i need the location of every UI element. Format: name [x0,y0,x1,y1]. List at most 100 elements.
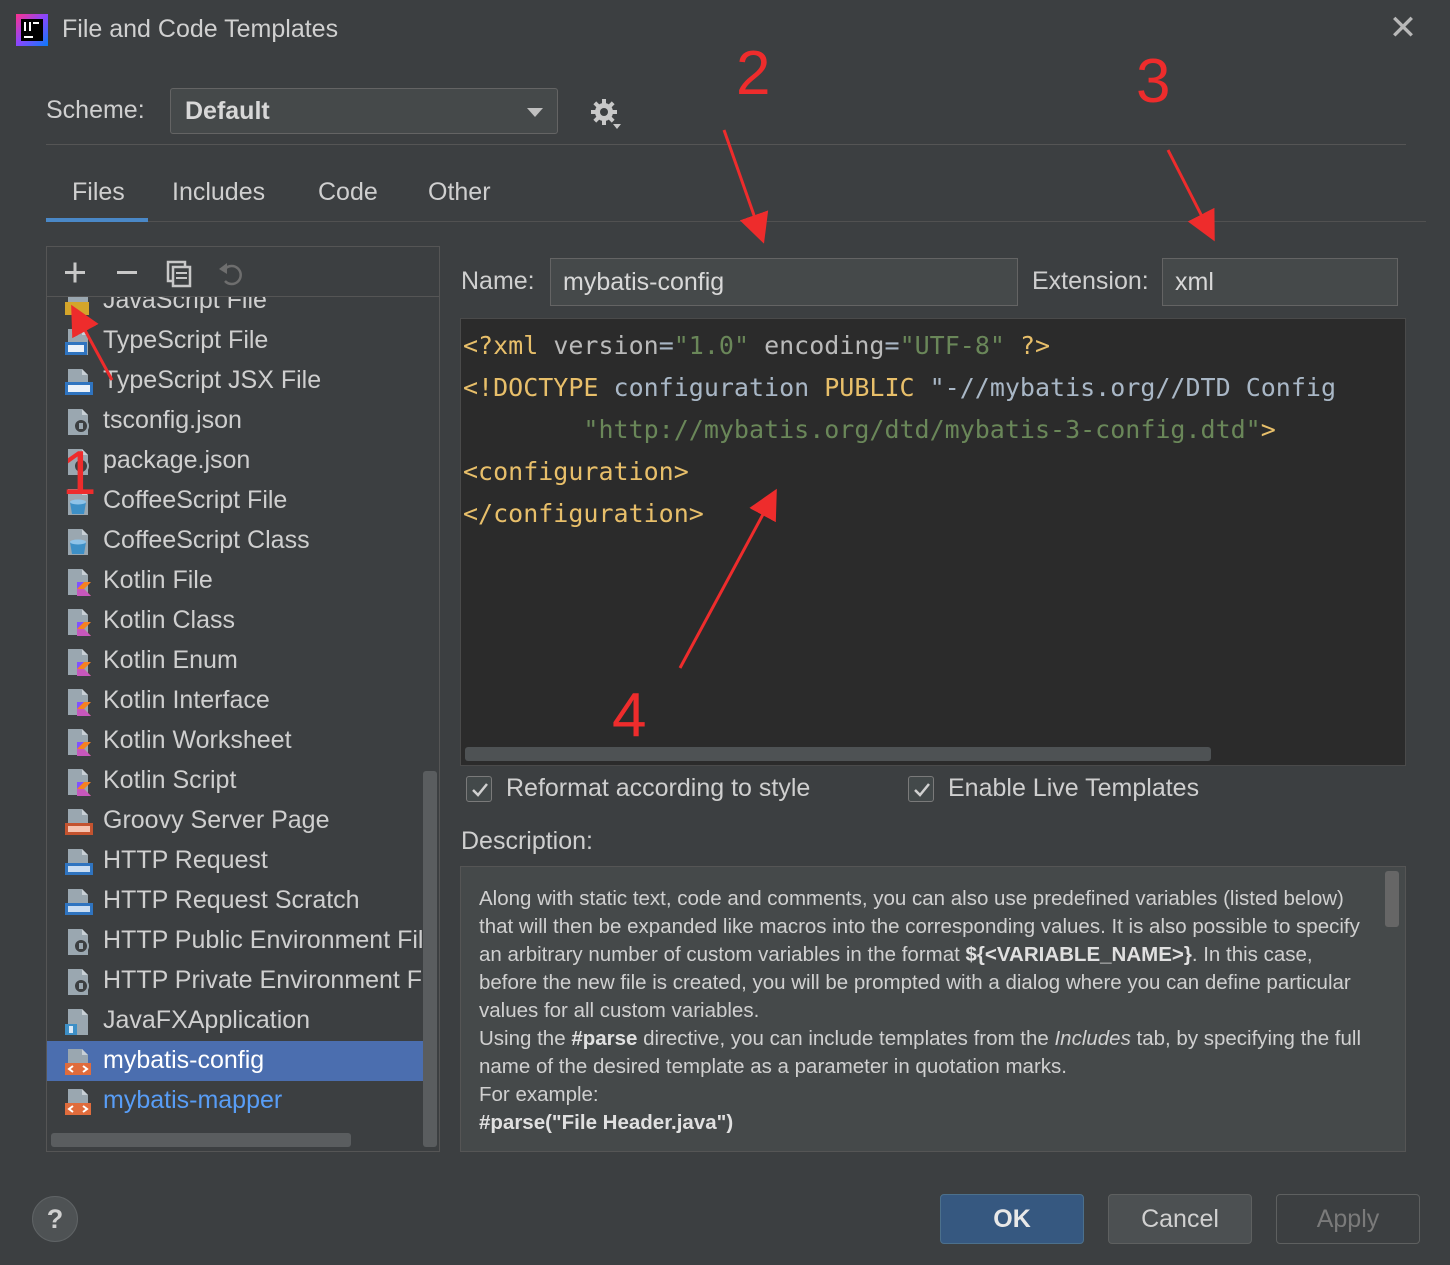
list-item[interactable]: HTTP Request Scratch [47,881,423,921]
json-file-icon [65,968,95,996]
tab-code[interactable]: Code [318,178,378,207]
extension-input[interactable] [1162,258,1398,306]
tab-files[interactable]: Files [72,178,125,207]
list-item[interactable]: package.json [47,441,423,481]
copy-icon[interactable] [163,257,195,289]
list-item[interactable]: tsconfig.json [47,401,423,441]
list-item-label: JavaFXApplication [103,1006,311,1034]
editor-horizontal-scrollbar[interactable] [465,747,1211,761]
kotlin-icon [65,648,95,676]
list-item-label: Kotlin File [103,566,213,594]
code-line[interactable]: <configuration> [463,451,1336,493]
list-item-label: mybatis-mapper [103,1086,283,1114]
list-item-label: HTTP Request Scratch [103,886,360,914]
description-scrollbar[interactable] [1385,871,1399,927]
template-code-editor[interactable]: <?xml version="1.0" encoding="UTF-8" ?> <… [460,318,1406,766]
code-line[interactable]: <?xml version="1.0" encoding="UTF-8" ?> [463,325,1336,367]
kotlin-icon [65,768,95,796]
title-bar: File and Code Templates ✕ [0,0,1450,58]
list-item-label: Kotlin Enum [103,646,238,674]
list-item-label: Kotlin Worksheet [103,726,292,754]
list-item[interactable]: Kotlin Script [47,761,423,801]
chevron-down-icon [527,108,543,117]
kotlin-icon [65,568,95,596]
java-file-icon [65,1008,95,1036]
gear-icon[interactable] [588,96,624,132]
list-item[interactable]: JavaFXApplication [47,1001,423,1041]
list-item[interactable]: JavaScript File [47,297,423,321]
list-item-label: JavaScript File [103,297,267,314]
code-line[interactable]: </configuration> [463,493,1336,535]
code-content[interactable]: <?xml version="1.0" encoding="UTF-8" ?> <… [463,325,1336,535]
annotation-number-3: 3 [1136,47,1171,116]
checkbox-checked-icon[interactable] [466,776,492,802]
list-item-label: HTTP Public Environment File [103,926,423,954]
list-item[interactable]: Kotlin File [47,561,423,601]
list-item[interactable]: Kotlin Worksheet [47,721,423,761]
list-item-label: CoffeeScript Class [103,526,310,554]
tab-includes[interactable]: Includes [172,178,265,207]
list-item-label: Groovy Server Page [103,806,330,834]
template-list[interactable]: JavaScript File TypeScript File TypeScript… [47,297,423,1127]
list-horizontal-scrollbar[interactable] [51,1133,351,1147]
list-item[interactable]: Groovy Server Page [47,801,423,841]
name-input[interactable] [550,258,1018,306]
typescript-file-icon [65,328,95,356]
remove-icon[interactable] [111,257,143,289]
list-item[interactable]: TypeScript File [47,321,423,361]
help-button[interactable]: ? [32,1196,78,1242]
code-line[interactable]: "http://mybatis.org/dtd/mybatis-3-config… [463,409,1336,451]
apply-button[interactable]: Apply [1276,1194,1420,1244]
list-item[interactable]: CoffeeScript File [47,481,423,521]
list-item[interactable]: Kotlin Class [47,601,423,641]
list-item-label: tsconfig.json [103,406,242,434]
list-item[interactable]: CoffeeScript Class [47,521,423,561]
add-icon[interactable] [59,257,91,289]
list-item[interactable]: HTTP Public Environment File [47,921,423,961]
description-box[interactable]: Along with static text, code and comment… [460,866,1406,1152]
name-label: Name: [461,267,535,295]
list-item-label: mybatis-config [103,1046,265,1074]
list-item-label: Kotlin Script [103,766,237,794]
list-item-label: Kotlin Interface [103,686,270,714]
extension-label: Extension: [1032,267,1149,295]
reformat-checkbox[interactable]: Reformat according to style [466,774,866,806]
list-item[interactable]: mybatis-mapper [47,1081,423,1121]
intellij-logo-icon [16,14,48,46]
kotlin-icon [65,608,95,636]
scheme-label: Scheme: [46,96,145,124]
ok-button[interactable]: OK [940,1194,1084,1244]
list-item[interactable]: HTTP Request [47,841,423,881]
separator [46,144,1406,145]
window-title: File and Code Templates [62,15,339,43]
list-item[interactable]: Kotlin Interface [47,681,423,721]
json-file-icon [65,408,95,436]
reformat-label: Reformat according to style [506,774,811,802]
live-templates-label: Enable Live Templates [948,774,1200,802]
code-line[interactable]: <!DOCTYPE configuration PUBLIC "-//mybat… [463,367,1336,409]
tab-other[interactable]: Other [428,178,491,207]
list-vertical-scrollbar[interactable] [423,771,437,1147]
scheme-value: Default [185,97,270,125]
list-item[interactable]: Kotlin Enum [47,641,423,681]
list-item-label: TypeScript JSX File [103,366,322,394]
api-icon [65,888,95,916]
tab-bar: Files Includes Code Other [46,168,1426,222]
template-list-panel: JavaScript File TypeScript File TypeScript… [46,246,440,1152]
list-item-label: Kotlin Class [103,606,235,634]
list-toolbar [47,247,439,297]
kotlin-icon [65,688,95,716]
list-item[interactable]: mybatis-config [47,1041,423,1081]
list-item[interactable]: HTTP Private Environment File [47,961,423,1001]
annotation-number-1: 1 [62,439,97,508]
cancel-button[interactable]: Cancel [1108,1194,1252,1244]
scheme-dropdown[interactable]: Default [170,88,558,134]
list-item-label: package.json [103,446,251,474]
checkbox-checked-icon[interactable] [908,776,934,802]
list-item-label: HTTP Request [103,846,268,874]
reset-icon[interactable] [215,257,247,289]
live-templates-checkbox[interactable]: Enable Live Templates [908,774,1248,806]
api-icon [65,848,95,876]
list-item[interactable]: TypeScript JSX File [47,361,423,401]
close-icon[interactable]: ✕ [1386,11,1420,46]
